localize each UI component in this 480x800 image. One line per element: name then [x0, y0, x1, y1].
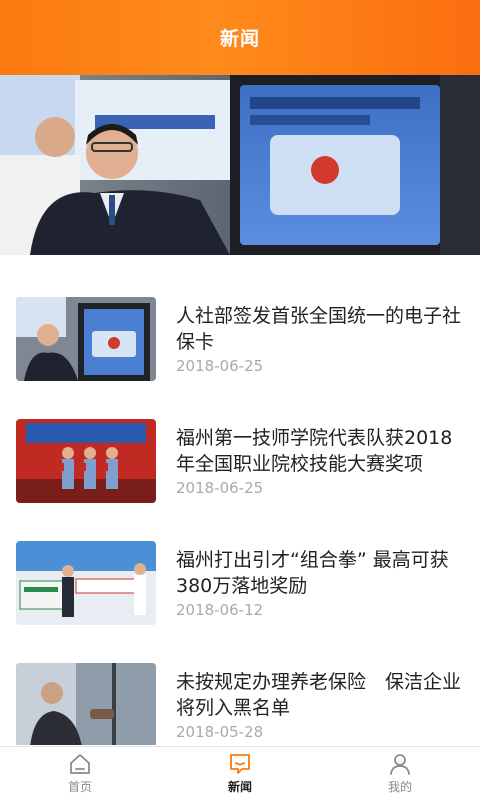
banner-image [0, 75, 480, 255]
news-item[interactable]: 福州第一技师学院代表队获2018年全国职业院校技能大赛奖项 2018-06-25 [0, 417, 480, 537]
banner-carousel[interactable] [0, 75, 480, 255]
news-title: 福州打出引才“组合拳” 最高可获380万落地奖励 [176, 549, 449, 597]
news-thumbnail [16, 541, 156, 625]
news-thumbnail [16, 663, 156, 745]
news-date: 2018-06-25 [176, 479, 264, 497]
tab-profile-label: 我的 [387, 780, 412, 794]
news-item[interactable]: 福州打出引才“组合拳” 最高可获380万落地奖励 2018-06-12 [0, 539, 480, 659]
news-item[interactable]: 未按规定办理养老保险 保洁企业将列入黑名单 2018-05-28 [0, 661, 480, 745]
tab-news-label: 新闻 [227, 780, 252, 794]
tab-home-label: 首页 [67, 780, 92, 794]
app-screen: 新闻 人社部签发首张全国统一的电子社保卡 2018-06-25 福州第一技师学院… [0, 0, 480, 800]
bottom-tab-bar: 首页 新闻 我的 [0, 746, 480, 800]
news-date: 2018-06-12 [176, 601, 264, 619]
home-icon [70, 754, 90, 774]
news-list: 人社部签发首张全国统一的电子社保卡 2018-06-25 福州第一技师学院代表队… [0, 255, 480, 745]
user-icon [390, 754, 410, 775]
news-thumbnail [16, 419, 156, 503]
tab-profile[interactable]: 我的 [320, 747, 480, 800]
news-chat-icon [230, 754, 250, 774]
news-thumbnail [16, 297, 156, 381]
news-item[interactable]: 人社部签发首张全国统一的电子社保卡 2018-06-25 [0, 295, 480, 415]
news-title: 未按规定办理养老保险 保洁企业将列入黑名单 [176, 671, 462, 719]
tab-news[interactable]: 新闻 [160, 747, 320, 800]
top-bar: 新闻 [0, 0, 480, 75]
tab-home[interactable]: 首页 [0, 747, 160, 800]
news-date: 2018-06-25 [176, 357, 264, 375]
news-date: 2018-05-28 [176, 723, 264, 741]
news-title: 福州第一技师学院代表队获2018年全国职业院校技能大赛奖项 [176, 427, 453, 475]
news-title: 人社部签发首张全国统一的电子社保卡 [176, 305, 462, 353]
page-title: 新闻 [219, 28, 260, 50]
